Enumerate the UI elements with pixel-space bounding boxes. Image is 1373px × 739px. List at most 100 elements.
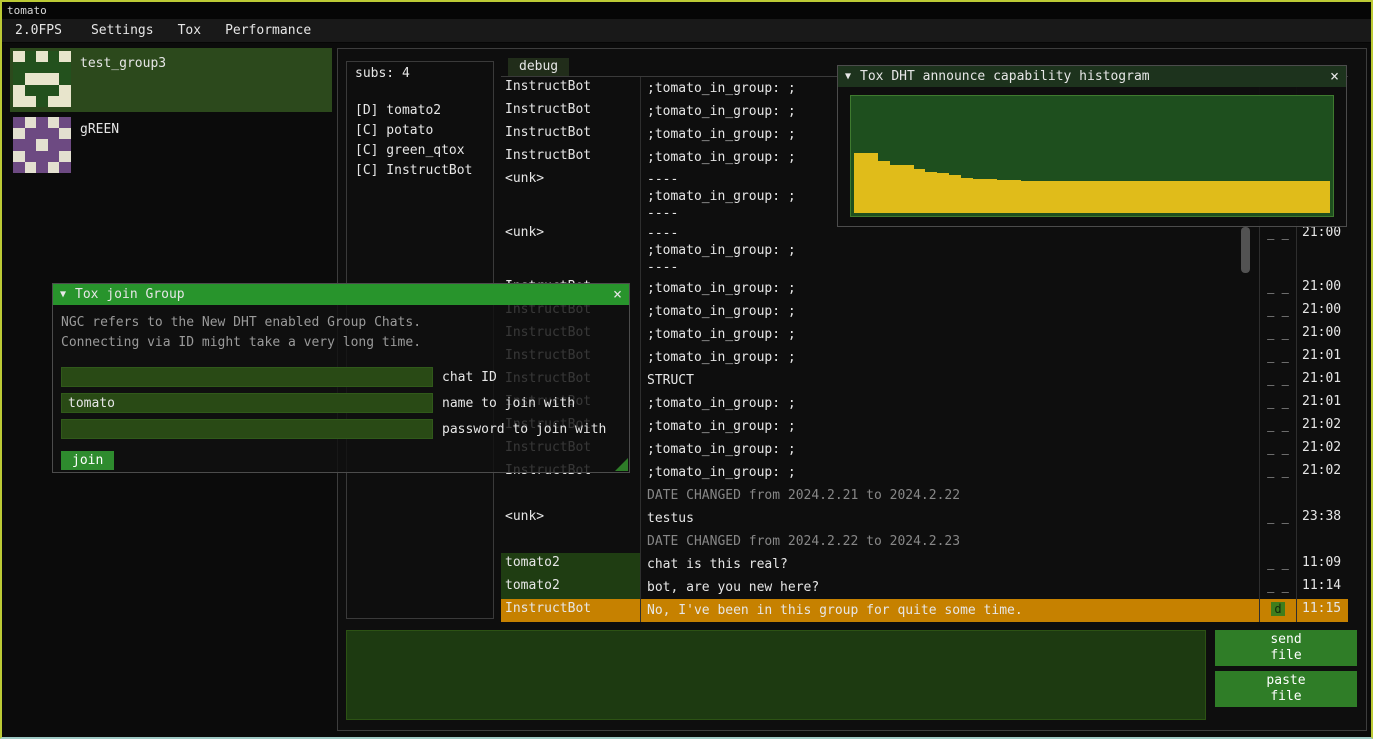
message-time: 21:00: [1296, 277, 1348, 300]
message-time: [1296, 530, 1348, 553]
join-group-window: ▼ Tox join Group × NGC refers to the New…: [52, 283, 630, 473]
collapse-arrow-icon[interactable]: ▼: [60, 289, 66, 300]
join-field-input[interactable]: [61, 393, 433, 413]
fps-indicator: 2.0FPS: [6, 21, 71, 40]
message-sender: InstructBot: [501, 123, 640, 146]
join-group-titlebar[interactable]: ▼ Tox join Group ×: [53, 284, 629, 305]
message-status: _ _: [1259, 507, 1296, 530]
message-text: STRUCT: [640, 369, 1259, 392]
message-text: ;tomato_in_group: ;: [640, 277, 1259, 300]
join-group-fields: chat ID name to join with password to jo…: [61, 364, 621, 442]
join-field-row: name to join with: [61, 390, 621, 416]
contact-sidebar: test_group3 gREEN: [10, 48, 332, 180]
message-time: 11:14: [1296, 576, 1348, 599]
message-time: 21:01: [1296, 369, 1348, 392]
message-text: ;tomato_in_group: ;: [640, 415, 1259, 438]
close-icon[interactable]: ×: [613, 287, 622, 302]
message-sender: <unk>: [501, 223, 640, 277]
message-time: 21:00: [1296, 223, 1348, 277]
join-group-title: Tox join Group: [75, 287, 604, 302]
message-time: 21:00: [1296, 323, 1348, 346]
menu-item[interactable]: Performance: [213, 21, 323, 40]
message-status: _ _: [1259, 438, 1296, 461]
dht-histogram-title: Tox DHT announce capability histogram: [860, 69, 1321, 84]
subscriber-item[interactable]: [C] potato: [355, 121, 485, 141]
message-time: 23:38: [1296, 507, 1348, 530]
message-text: DATE CHANGED from 2024.2.22 to 2024.2.23: [640, 530, 1259, 553]
join-field-label: name to join with: [442, 396, 575, 411]
message-sender: <unk>: [501, 507, 640, 530]
collapse-arrow-icon[interactable]: ▼: [845, 71, 851, 82]
subscribers-list: [D] tomato2 [C] potato [C] green_qtox [C…: [355, 101, 485, 181]
message-status: _ _: [1259, 277, 1296, 300]
join-field-label: password to join with: [442, 422, 606, 437]
message-time: [1296, 484, 1348, 507]
message-row[interactable]: DATE CHANGED from 2024.2.21 to 2024.2.22: [501, 484, 1348, 507]
subscriber-item[interactable]: [D] tomato2: [355, 101, 485, 121]
message-text: bot, are you new here?: [640, 576, 1259, 599]
message-row[interactable]: <unk> testus _ _ 23:38: [501, 507, 1348, 530]
message-row[interactable]: tomato2 bot, are you new here? _ _ 11:14: [501, 576, 1348, 599]
app-window: tomato 2.0FPS Settings Tox Performance t…: [0, 0, 1373, 739]
dht-histogram-titlebar[interactable]: ▼ Tox DHT announce capability histogram …: [838, 66, 1346, 87]
tab-debug[interactable]: debug: [508, 58, 569, 76]
message-status: _ _: [1259, 323, 1296, 346]
dht-histogram-window: ▼ Tox DHT announce capability histogram …: [837, 65, 1347, 227]
message-time: 21:01: [1296, 346, 1348, 369]
message-input[interactable]: [346, 630, 1206, 720]
resize-grip[interactable]: [615, 458, 628, 471]
message-sender: tomato2: [501, 553, 640, 576]
group-name: test_group3: [80, 56, 166, 71]
info-line: NGC refers to the New DHT enabled Group …: [61, 313, 621, 333]
message-status: _ _: [1259, 392, 1296, 415]
sidebar-group-item[interactable]: test_group3: [10, 48, 332, 112]
message-time: 21:02: [1296, 438, 1348, 461]
message-sender: InstructBot: [501, 146, 640, 169]
message-text: testus: [640, 507, 1259, 530]
message-sender: tomato2: [501, 576, 640, 599]
message-row[interactable]: tomato2 chat is this real? _ _ 11:09: [501, 553, 1348, 576]
chat-scrollbar-thumb[interactable]: [1241, 227, 1250, 273]
dht-histogram-plot: [850, 95, 1334, 217]
menu-item[interactable]: Settings: [79, 21, 166, 40]
message-status: _ _: [1259, 346, 1296, 369]
send-file-button[interactable]: send file: [1215, 630, 1357, 666]
message-status: _ _: [1259, 461, 1296, 484]
message-text: ;tomato_in_group: ;: [640, 438, 1259, 461]
join-button[interactable]: join: [61, 451, 114, 470]
message-row[interactable]: <unk> ---- ;tomato_in_group: ; ---- _ _ …: [501, 223, 1348, 277]
menu-item[interactable]: Tox: [166, 21, 213, 40]
join-field-row: password to join with: [61, 416, 621, 442]
paste-file-button[interactable]: paste file: [1215, 671, 1357, 707]
message-status: _ _: [1259, 369, 1296, 392]
subscriber-item[interactable]: [C] InstructBot: [355, 161, 485, 181]
message-time: 11:09: [1296, 553, 1348, 576]
group-avatar: [13, 117, 71, 173]
message-row[interactable]: DATE CHANGED from 2024.2.22 to 2024.2.23: [501, 530, 1348, 553]
message-text: ;tomato_in_group: ;: [640, 346, 1259, 369]
message-status: _ _: [1259, 300, 1296, 323]
message-status: _ _: [1259, 576, 1296, 599]
message-time: 21:02: [1296, 461, 1348, 484]
join-group-info: NGC refers to the New DHT enabled Group …: [61, 313, 621, 353]
message-status: _ _: [1259, 223, 1296, 277]
sidebar-group-item[interactable]: gREEN: [10, 114, 332, 178]
message-time: 21:01: [1296, 392, 1348, 415]
subscribers-header: subs: 4: [355, 66, 485, 81]
message-sender: InstructBot: [501, 100, 640, 123]
message-text: ;tomato_in_group: ;: [640, 323, 1259, 346]
join-field-input[interactable]: [61, 419, 433, 439]
group-name: gREEN: [80, 122, 119, 137]
message-status: d: [1259, 599, 1296, 622]
join-field-input[interactable]: [61, 367, 433, 387]
message-sender: InstructBot: [501, 599, 640, 622]
message-time: 21:00: [1296, 300, 1348, 323]
message-text: ;tomato_in_group: ;: [640, 461, 1259, 484]
close-icon[interactable]: ×: [1330, 69, 1339, 84]
message-text: ---- ;tomato_in_group: ; ----: [640, 223, 1259, 277]
subscriber-item[interactable]: [C] green_qtox: [355, 141, 485, 161]
message-status: [1259, 484, 1296, 507]
message-text: ;tomato_in_group: ;: [640, 392, 1259, 415]
message-row[interactable]: InstructBot No, I've been in this group …: [501, 599, 1348, 622]
message-text: No, I've been in this group for quite so…: [640, 599, 1259, 622]
